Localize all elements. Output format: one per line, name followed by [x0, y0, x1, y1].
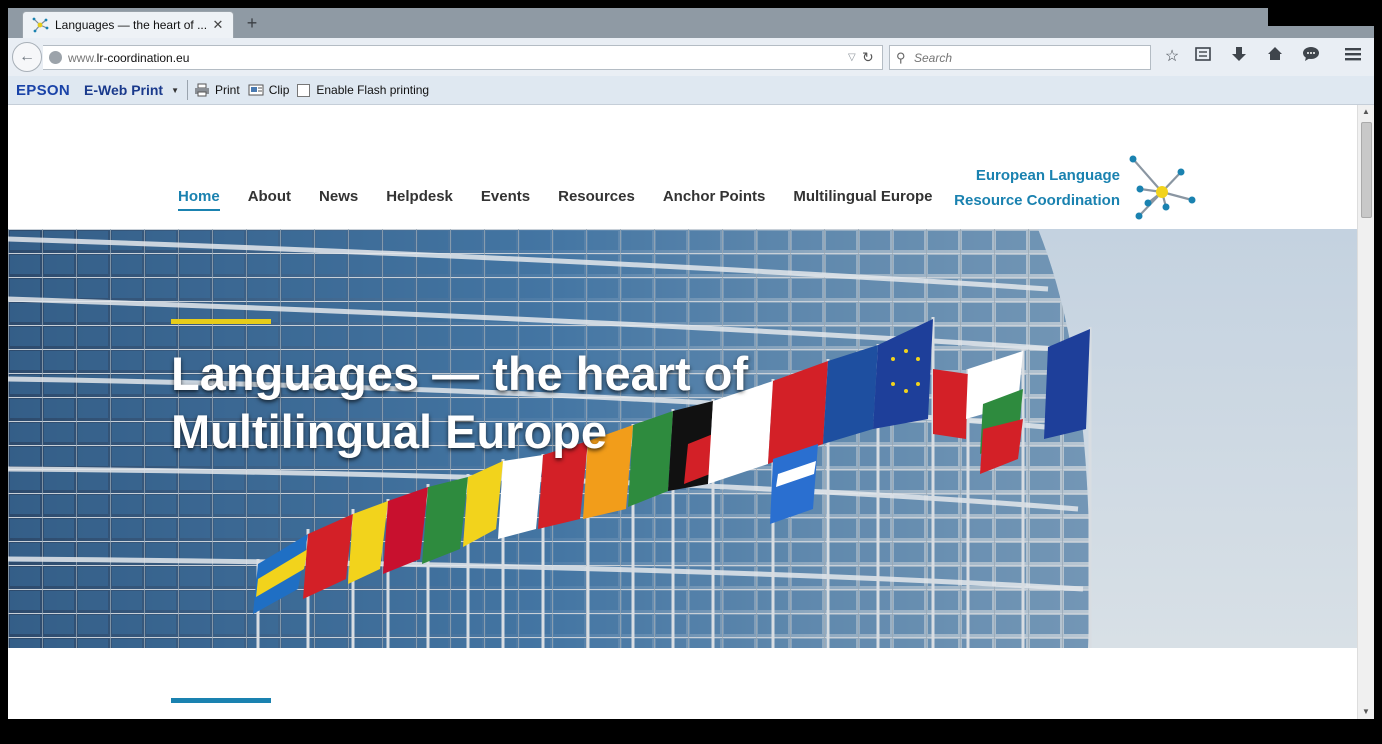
hero-banner: Languages — the heart of Multilingual Eu… [8, 229, 1357, 648]
toolbar-divider [187, 80, 189, 100]
menu-item-news[interactable]: News [319, 188, 358, 211]
hero-title-line-1: Languages — the heart of [171, 347, 749, 400]
site-info-icon[interactable] [49, 51, 62, 64]
elrc-logo-icon[interactable] [1126, 153, 1198, 223]
window-edge [1268, 8, 1374, 26]
menu-item-anchor-points[interactable]: Anchor Points [663, 188, 766, 211]
flash-printing-label[interactable]: Enable Flash printing [316, 83, 429, 97]
menu-item-multilingual-europe[interactable]: Multilingual Europe [793, 188, 932, 211]
url-text[interactable]: www.lr-coordination.eu [68, 51, 848, 65]
menu-icon[interactable] [1341, 46, 1365, 68]
menu-item-resources[interactable]: Resources [558, 188, 635, 211]
clip-icon[interactable] [248, 83, 264, 97]
tab-strip: Languages — the heart of ... ✕ + [8, 8, 1374, 38]
printer-icon[interactable] [194, 83, 210, 97]
url-bar[interactable]: www.lr-coordination.eu ▽ ↻ [43, 45, 883, 70]
tab-close-icon[interactable]: ✕ [211, 17, 225, 33]
menu-item-about[interactable]: About [248, 188, 291, 211]
back-button[interactable]: ← [12, 42, 42, 72]
hero-title-line-2: Multilingual Europe [171, 405, 608, 458]
menu-item-events[interactable]: Events [481, 188, 530, 211]
site-favicon-icon [32, 17, 49, 33]
tab-title: Languages — the heart of ... [55, 18, 208, 32]
brand-line-1: European Language [975, 167, 1120, 184]
menu-item-home[interactable]: Home [178, 188, 220, 211]
search-icon: ⚲ [896, 49, 906, 65]
scrollbar-thumb[interactable] [1361, 122, 1372, 218]
hero-accent-bar [171, 319, 271, 324]
star-icon[interactable]: ☆ [1160, 46, 1184, 68]
search-input[interactable] [914, 50, 1134, 65]
url-host: lr-coordination.eu [96, 50, 190, 65]
new-tab-button[interactable]: + [242, 13, 262, 33]
brand-line-2: Resource Coordination [954, 192, 1120, 209]
flash-printing-checkbox[interactable] [297, 83, 311, 97]
page-scrollbar[interactable]: ▲ ▼ [1357, 105, 1374, 719]
section-accent-bar [171, 698, 271, 703]
site-main-menu: Home About News Helpdesk Events Resource… [178, 188, 961, 211]
print-button[interactable]: Print [215, 83, 240, 97]
menu-item-helpdesk[interactable]: Helpdesk [386, 188, 453, 211]
url-prefix: www. [68, 50, 97, 65]
tab-active[interactable]: Languages — the heart of ... ✕ [22, 11, 234, 38]
epson-toolbar: EPSON E-Web Print ▼ Print Clip Enable Fl… [8, 76, 1374, 105]
web-page: Home About News Helpdesk Events Resource… [8, 105, 1357, 719]
reload-icon[interactable]: ↻ [862, 49, 882, 66]
download-icon[interactable] [1227, 46, 1251, 68]
url-history-dropdown-icon[interactable]: ▽ [848, 52, 862, 63]
reading-list-icon[interactable] [1191, 46, 1215, 68]
epson-logo: EPSON [16, 81, 71, 99]
eweb-print-menu[interactable]: E-Web Print [84, 82, 163, 98]
eweb-dropdown-icon[interactable]: ▼ [171, 86, 179, 95]
scroll-up-icon[interactable]: ▲ [1358, 105, 1374, 119]
scroll-down-icon[interactable]: ▼ [1358, 705, 1374, 719]
clip-button[interactable]: Clip [269, 83, 290, 97]
back-arrow-icon: ← [19, 48, 35, 65]
home-icon[interactable] [1263, 46, 1287, 68]
browser-window: Languages — the heart of ... ✕ + ← www.l… [8, 8, 1374, 719]
site-brand-name[interactable]: European Language Resource Coordination [946, 163, 1120, 213]
chat-icon[interactable] [1299, 46, 1323, 68]
navigation-bar: ← www.lr-coordination.eu ▽ ↻ ⚲ ☆ [8, 38, 1374, 76]
search-bar[interactable]: ⚲ [889, 45, 1151, 70]
hero-title: Languages — the heart of Multilingual Eu… [171, 345, 771, 461]
